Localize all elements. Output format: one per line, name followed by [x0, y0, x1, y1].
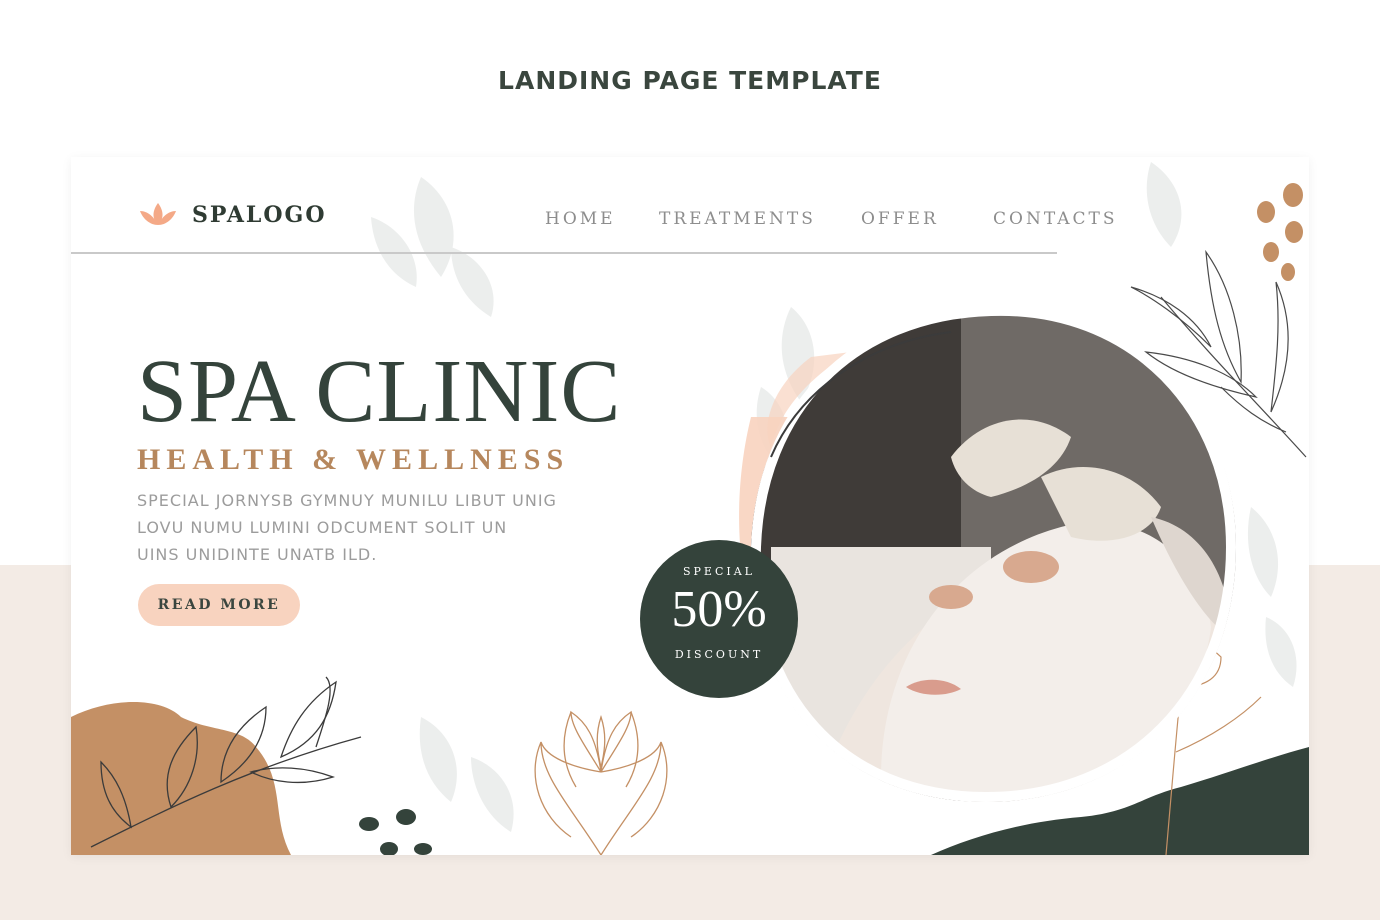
badge-discount-label: DISCOUNT	[674, 648, 764, 661]
protea-flower-icon	[534, 710, 668, 855]
badge-special-label: SPECIAL	[683, 565, 755, 578]
nav-item-home[interactable]: HOME	[545, 209, 616, 229]
hero-description-line: LOVU NUMU LUMINI ODCUMENT SOLIT UN	[137, 518, 508, 537]
nav-item-contacts[interactable]: CONTACTS	[993, 209, 1118, 229]
hero-description: SPECIAL JORNYSB GYMNUY MUNILU LIBUT UNIG…	[137, 487, 657, 568]
hero-subtitle: HEALTH & WELLNESS	[137, 443, 570, 476]
discount-badge[interactable]: SPECIAL 50% DISCOUNT	[640, 540, 798, 698]
read-more-button[interactable]: READ MORE	[138, 584, 300, 626]
hero-description-line: SPECIAL JORNYSB GYMNUY MUNILU LIBUT UNIG	[137, 491, 557, 510]
hero-title: SPA CLINIC	[137, 342, 622, 441]
nav-item-offer[interactable]: OFFER	[861, 209, 939, 229]
landing-page-card: SPALOGO HOME TREATMENTS OFFER CONTACTS S…	[71, 157, 1309, 855]
dark-dot-cluster-icon	[359, 809, 432, 855]
brown-blob-shape	[71, 702, 291, 855]
page-heading: LANDING PAGE TEMPLATE	[498, 66, 882, 95]
nav-item-treatments[interactable]: TREATMENTS	[659, 209, 816, 229]
main-navigation: HOME TREATMENTS OFFER CONTACTS	[71, 209, 1309, 239]
hero-description-line: UINS UNIDINTE UNATB ILD.	[137, 545, 378, 564]
facial-treatment-photo	[750, 305, 1237, 803]
badge-discount-value: 50%	[671, 581, 767, 638]
header-divider	[71, 252, 1057, 254]
